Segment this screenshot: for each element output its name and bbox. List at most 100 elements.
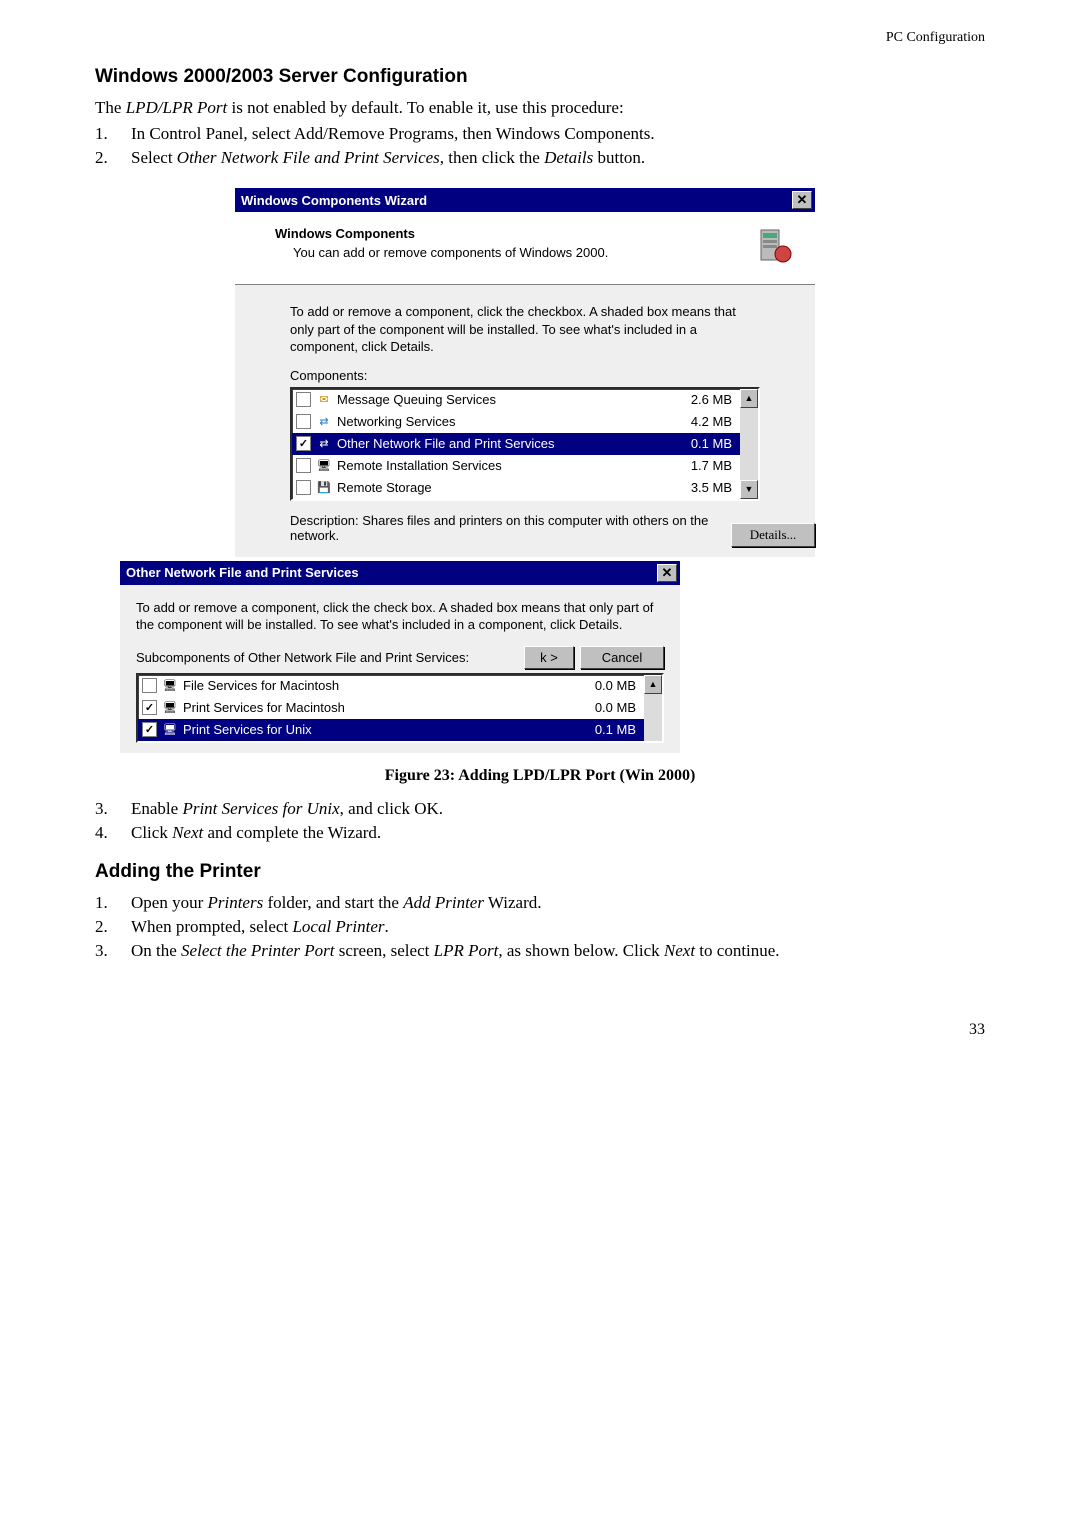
checkbox-icon[interactable]: [296, 392, 311, 407]
wizard-body: Windows Components You can add or remove…: [235, 212, 815, 557]
wizard-desc: To add or remove a component, click the …: [290, 303, 760, 356]
dialog-title: Other Network File and Print Services: [126, 565, 359, 580]
t: folder, and start the: [263, 893, 403, 912]
titlebar: Other Network File and Print Services ✕: [120, 561, 680, 585]
t: Next: [664, 941, 695, 960]
item-size: 2.6 MB: [672, 392, 736, 407]
t: Details: [544, 148, 593, 167]
details-button[interactable]: Details...: [731, 523, 815, 547]
step-3: 3. Enable Print Services for Unix, and c…: [95, 799, 985, 819]
list-item-selected[interactable]: ✓ ⇄ Other Network File and Print Service…: [292, 433, 740, 455]
t: button.: [593, 148, 645, 167]
list-item[interactable]: 💾 Remote Storage 3.5 MB: [292, 477, 740, 499]
scroll-down-icon[interactable]: ▼: [740, 480, 758, 499]
scroll-up-icon[interactable]: ▲: [740, 389, 758, 408]
list-number: 1.: [95, 893, 113, 913]
t: Add Printer: [403, 893, 484, 912]
item-size: 4.2 MB: [672, 414, 736, 429]
t: Open your: [131, 893, 207, 912]
t: Select: [131, 148, 177, 167]
ap-step-2: 2. When prompted, select Local Printer.: [95, 917, 985, 937]
t: On the: [131, 941, 181, 960]
banner-subtitle: You can add or remove components of Wind…: [293, 245, 608, 260]
text: is not enabled by default. To enable it,…: [227, 98, 623, 117]
list-text: Click Next and complete the Wizard.: [131, 823, 381, 843]
storage-icon: 💾: [316, 480, 332, 496]
header-section: PC Configuration: [95, 30, 985, 46]
list-item[interactable]: ✓ 🖥 Print Services for Macintosh 0.0 MB: [138, 697, 644, 719]
t: Enable: [131, 799, 182, 818]
step-1: 1. In Control Panel, select Add/Remove P…: [95, 124, 985, 144]
computer-icon: 🖥: [316, 458, 332, 474]
list-item[interactable]: 🖥 Remote Installation Services 1.7 MB: [292, 455, 740, 477]
list-text: Enable Print Services for Unix, and clic…: [131, 799, 443, 819]
t: Other Network File and Print Services: [177, 148, 440, 167]
components-label: Components:: [290, 368, 760, 383]
item-label: Other Network File and Print Services: [337, 436, 672, 451]
item-label: Message Queuing Services: [337, 392, 672, 407]
item-size: 0.0 MB: [576, 678, 640, 693]
list-item[interactable]: ⇄ Networking Services 4.2 MB: [292, 411, 740, 433]
t: Click: [131, 823, 172, 842]
t: , then click the: [440, 148, 544, 167]
list-item-selected[interactable]: ✓ 🖥 Print Services for Unix 0.1 MB: [138, 719, 644, 741]
t: Next: [172, 823, 203, 842]
list-text: Select Other Network File and Print Serv…: [131, 148, 645, 168]
t: When prompted, select: [131, 917, 292, 936]
ap-step-3: 3. On the Select the Printer Port screen…: [95, 941, 985, 961]
t: Local Printer: [292, 917, 384, 936]
close-icon[interactable]: ✕: [792, 191, 812, 209]
ap-step-1: 1. Open your Printers folder, and start …: [95, 893, 985, 913]
list-number: 2.: [95, 917, 113, 937]
heading-windows-config: Windows 2000/2003 Server Configuration: [95, 66, 985, 88]
heading-adding-printer: Adding the Printer: [95, 861, 985, 883]
list-item[interactable]: ✉ Message Queuing Services 2.6 MB: [292, 389, 740, 411]
list-number: 3.: [95, 941, 113, 961]
figure-caption: Figure 23: Adding LPD/LPR Port (Win 2000…: [95, 767, 985, 785]
banner-text: Windows Components You can add or remove…: [275, 226, 608, 260]
checkbox-icon[interactable]: [296, 414, 311, 429]
scrollbar[interactable]: ▲ ▼: [740, 389, 758, 499]
dialog-body: To add or remove a component, click the …: [120, 585, 680, 753]
scrollbar[interactable]: ▲: [644, 675, 662, 741]
computer-icon: 🖥: [162, 700, 178, 716]
network-icon: ⇄: [316, 414, 332, 430]
list-text: On the Select the Printer Port screen, s…: [131, 941, 780, 961]
intro-paragraph: The LPD/LPR Port is not enabled by defau…: [95, 98, 985, 118]
t: to continue.: [695, 941, 780, 960]
item-size: 0.1 MB: [576, 722, 640, 737]
text-em: LPD/LPR Port: [126, 98, 228, 117]
checkbox-icon[interactable]: [296, 458, 311, 473]
envelope-icon: ✉: [316, 392, 332, 408]
t: Print Services for Unix: [182, 799, 339, 818]
checkbox-icon[interactable]: [142, 678, 157, 693]
checkbox-icon[interactable]: [296, 480, 311, 495]
t: LPR Port: [434, 941, 499, 960]
step-4: 4. Click Next and complete the Wizard.: [95, 823, 985, 843]
scroll-up-icon[interactable]: ▲: [644, 675, 662, 694]
cancel-button[interactable]: Cancel: [580, 646, 664, 669]
checkbox-icon[interactable]: ✓: [142, 700, 157, 715]
item-label: Print Services for Macintosh: [183, 700, 576, 715]
list-item[interactable]: 🖥 File Services for Macintosh 0.0 MB: [138, 675, 644, 697]
text: The: [95, 98, 126, 117]
t: Select the Printer Port: [181, 941, 334, 960]
item-label: Remote Storage: [337, 480, 672, 495]
checkbox-icon[interactable]: ✓: [142, 722, 157, 737]
computer-icon: 🖥: [162, 722, 178, 738]
close-icon[interactable]: ✕: [657, 564, 677, 582]
t: Wizard.: [484, 893, 542, 912]
item-label: Networking Services: [337, 414, 672, 429]
step-2: 2. Select Other Network File and Print S…: [95, 148, 985, 168]
description-line: Description: Shares files and printers o…: [290, 513, 760, 543]
next-button[interactable]: k >: [524, 646, 574, 669]
subcomponents-listbox[interactable]: 🖥 File Services for Macintosh 0.0 MB ✓ 🖥…: [136, 673, 664, 743]
list-number: 2.: [95, 148, 113, 168]
t: , and click OK.: [340, 799, 443, 818]
list-number: 3.: [95, 799, 113, 819]
list-text: In Control Panel, select Add/Remove Prog…: [131, 124, 655, 144]
checkbox-icon[interactable]: ✓: [296, 436, 311, 451]
banner-title: Windows Components: [275, 226, 608, 241]
components-listbox[interactable]: ✉ Message Queuing Services 2.6 MB ⇄ Netw…: [290, 387, 760, 501]
item-label: Remote Installation Services: [337, 458, 672, 473]
